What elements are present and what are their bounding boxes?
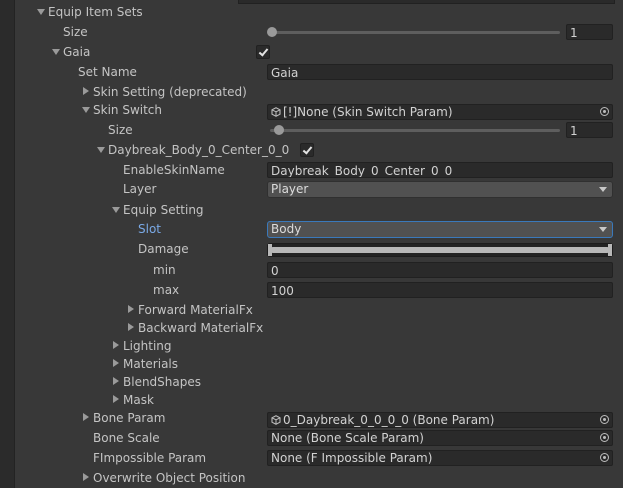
- backward-materialfx-label: Backward MaterialFx: [138, 321, 264, 335]
- foldout-open-icon[interactable]: [37, 9, 45, 15]
- foldout-closed-icon[interactable]: [113, 359, 119, 367]
- materials-label: Materials: [123, 357, 179, 371]
- size-slider-track[interactable]: [270, 31, 560, 34]
- layer-label: Layer: [123, 182, 157, 196]
- damage-max-handle[interactable]: [608, 244, 612, 256]
- skin-switch-label: Skin Switch: [93, 103, 162, 117]
- max-label: max: [153, 283, 180, 297]
- set-name-label: Set Name: [78, 65, 137, 79]
- lighting-label: Lighting: [123, 339, 172, 353]
- chevron-down-icon: [599, 227, 607, 232]
- max-field[interactable]: 100: [267, 282, 613, 298]
- damage-min-handle[interactable]: [268, 244, 272, 256]
- bone-param-value: 0_Daybreak_0_0_0_0 (Bone Param): [283, 413, 495, 427]
- damage-label: Damage: [138, 242, 189, 256]
- size-slider-thumb[interactable]: [267, 27, 277, 37]
- gaia-element-label: Gaia: [63, 45, 91, 59]
- forward-materialfx-label: Forward MaterialFx: [138, 303, 253, 317]
- foldout-closed-icon[interactable]: [83, 87, 89, 95]
- object-picker-icon[interactable]: [600, 415, 609, 424]
- blendshapes-label: BlendShapes: [123, 375, 201, 389]
- object-picker-icon[interactable]: [600, 453, 609, 462]
- bone-param-object-field[interactable]: 0_Daybreak_0_0_0_0 (Bone Param): [267, 412, 613, 428]
- skin-switch-value: [!]None (Skin Switch Param): [283, 105, 453, 119]
- enable-skin-name-label: EnableSkinName: [123, 163, 225, 177]
- size-field[interactable]: 1: [566, 24, 613, 40]
- bone-scale-label: Bone Scale: [93, 431, 160, 445]
- foldout-open-icon[interactable]: [52, 49, 60, 55]
- skin-setting-label: Skin Setting (deprecated): [93, 85, 247, 99]
- equip-setting-label: Equip Setting: [123, 203, 204, 217]
- slot-dropdown-value: Body: [271, 222, 302, 236]
- foldout-closed-icon[interactable]: [113, 377, 119, 385]
- foldout-open-icon[interactable]: [97, 147, 105, 153]
- object-picker-icon[interactable]: [600, 433, 609, 442]
- size-label: Size: [63, 25, 88, 39]
- foldout-closed-icon[interactable]: [113, 341, 119, 349]
- enable-skin-name-field[interactable]: Daybreak_Body_0_Center_0_0: [267, 162, 613, 178]
- fimpossible-param-object-field[interactable]: None (F Impossible Param): [267, 450, 613, 466]
- inner-size-field[interactable]: 1: [566, 122, 613, 138]
- fimpossible-param-label: FImpossible Param: [93, 451, 207, 465]
- clipped-field-top: [238, 0, 615, 4]
- inner-size-slider-thumb[interactable]: [274, 125, 284, 135]
- chevron-down-icon: [599, 187, 607, 192]
- inner-size-slider-track[interactable]: [270, 129, 560, 132]
- daybreak-element-label: Daybreak_Body_0_Center_0_0: [108, 143, 290, 157]
- bone-param-label: Bone Param: [93, 411, 166, 425]
- gaia-checkbox[interactable]: [256, 45, 270, 59]
- scriptable-object-icon: [271, 107, 281, 117]
- damage-range-bar[interactable]: [271, 247, 609, 253]
- fimpossible-param-value: None (F Impossible Param): [271, 451, 433, 465]
- equip-item-sets-label: Equip Item Sets: [48, 5, 143, 19]
- foldout-closed-icon[interactable]: [113, 395, 119, 403]
- layer-dropdown[interactable]: Player: [267, 181, 613, 198]
- min-label: min: [153, 263, 176, 277]
- skin-switch-object-field[interactable]: [!]None (Skin Switch Param): [267, 104, 613, 120]
- min-field[interactable]: 0: [267, 262, 613, 278]
- slot-label: Slot: [138, 222, 161, 236]
- left-gutter: [0, 0, 15, 488]
- mask-label: Mask: [123, 393, 154, 407]
- overwrite-object-position-label: Overwrite Object Position: [93, 471, 246, 485]
- foldout-closed-icon[interactable]: [83, 473, 89, 481]
- object-picker-icon[interactable]: [600, 107, 609, 116]
- damage-minmax-slider[interactable]: [267, 243, 613, 257]
- daybreak-checkbox[interactable]: [300, 143, 314, 157]
- bone-scale-value: None (Bone Scale Param): [271, 431, 424, 445]
- foldout-closed-icon[interactable]: [83, 413, 89, 421]
- foldout-open-icon[interactable]: [82, 107, 90, 113]
- slot-dropdown[interactable]: Body: [267, 221, 613, 238]
- layer-dropdown-value: Player: [271, 182, 309, 196]
- scriptable-object-icon: [271, 415, 281, 425]
- foldout-open-icon[interactable]: [112, 207, 120, 213]
- foldout-closed-icon[interactable]: [128, 305, 134, 313]
- foldout-closed-icon[interactable]: [128, 323, 134, 331]
- set-name-field[interactable]: Gaia: [267, 64, 613, 80]
- inner-size-label: Size: [108, 123, 133, 137]
- bone-scale-object-field[interactable]: None (Bone Scale Param): [267, 430, 613, 446]
